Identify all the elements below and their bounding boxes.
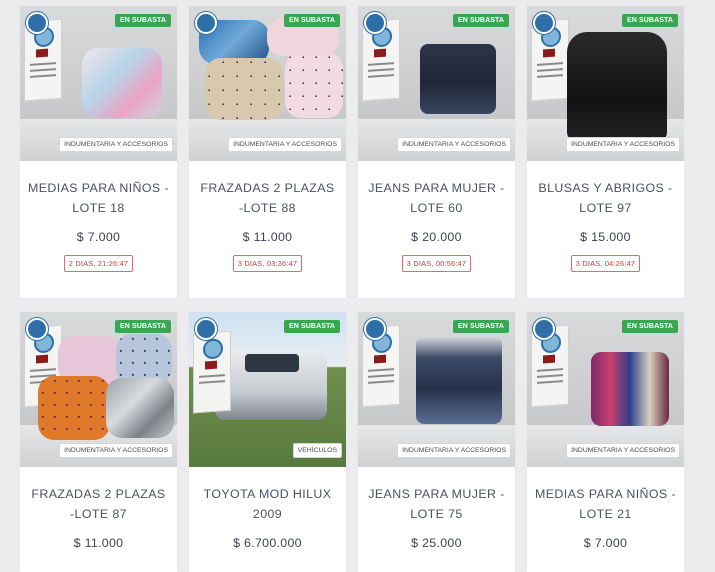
status-badge: EN SUBASTA (453, 14, 509, 27)
lot-price: $ 15.000 (580, 230, 631, 244)
socks-bag-image (591, 352, 669, 426)
countdown-timer: 3 DIAS, 03:36:47 (232, 255, 303, 272)
status-badge: EN SUBASTA (622, 320, 678, 333)
blanket-blue-animal-image (116, 334, 172, 384)
truck-window (245, 354, 299, 372)
status-badge: EN SUBASTA (453, 320, 509, 333)
lot-card[interactable]: EN SUBASTA INDUMENTARIA Y ACCESORIOS JEA… (358, 312, 515, 572)
lot-photo[interactable]: EN SUBASTA INDUMENTARIA Y ACCESORIOS (358, 6, 515, 161)
lot-card[interactable]: EN SUBASTA INDUMENTARIA Y ACCESORIOS FRA… (189, 6, 346, 298)
lot-price: $ 11.000 (73, 536, 124, 550)
lot-photo[interactable]: EN SUBASTA INDUMENTARIA Y ACCESORIOS (527, 312, 684, 467)
auction-logo-icon (195, 12, 217, 34)
lot-photo[interactable]: EN SUBASTA INDUMENTARIA Y ACCESORIOS (20, 312, 177, 467)
lot-title[interactable]: TOYOTA MOD HILUX 2009 (197, 484, 338, 524)
lot-title[interactable]: FRAZADAS 2 PLAZAS -LOTE 87 (28, 484, 169, 524)
blanket-red-animal-image (285, 52, 343, 118)
lot-price: $ 20.000 (411, 230, 462, 244)
auction-logo-icon (364, 318, 386, 340)
category-label: INDUMENTARIA Y ACCESORIOS (397, 137, 511, 152)
socks-bag-image (82, 48, 162, 118)
lot-price: $ 25.000 (411, 536, 462, 550)
auction-logo-icon (26, 12, 48, 34)
lot-card[interactable]: EN SUBASTA INDUMENTARIA Y ACCESORIOS FRA… (20, 312, 177, 572)
auction-logo-icon (195, 318, 217, 340)
blanket-leopard-image (205, 58, 283, 120)
auction-logo-icon (533, 12, 555, 34)
status-badge: EN SUBASTA (622, 14, 678, 27)
auction-logo-icon (26, 318, 48, 340)
category-label: INDUMENTARIA Y ACCESORIOS (566, 137, 680, 152)
lot-card[interactable]: EN SUBASTA INDUMENTARIA Y ACCESORIOS BLU… (527, 6, 684, 298)
lot-title[interactable]: BLUSAS Y ABRIGOS - LOTE 97 (535, 178, 676, 218)
category-label: INDUMENTARIA Y ACCESORIOS (59, 443, 173, 458)
blanket-orange-image (38, 376, 110, 440)
blanket-camo-image (106, 378, 174, 438)
category-label: INDUMENTARIA Y ACCESORIOS (59, 137, 173, 152)
judicial-plaque (193, 330, 231, 414)
lot-photo[interactable]: EN SUBASTA INDUMENTARIA Y ACCESORIOS (527, 6, 684, 161)
lot-card[interactable]: EN SUBASTA INDUMENTARIA Y ACCESORIOS JEA… (358, 6, 515, 298)
lot-title[interactable]: MEDIAS PARA NIÑOS -LOTE 18 (28, 178, 169, 218)
lot-photo[interactable]: EN SUBASTA INDUMENTARIA Y ACCESORIOS (20, 6, 177, 161)
lot-price: $ 7.000 (76, 230, 121, 244)
lot-price: $ 7.000 (583, 536, 628, 550)
lot-title[interactable]: JEANS PARA MUJER - LOTE 75 (366, 484, 507, 524)
coat-image (567, 32, 667, 142)
lot-photo[interactable]: EN SUBASTA INDUMENTARIA Y ACCESORIOS (189, 6, 346, 161)
category-label: INDUMENTARIA Y ACCESORIOS (566, 443, 680, 458)
auction-lot-grid: EN SUBASTA INDUMENTARIA Y ACCESORIOS MED… (0, 0, 715, 572)
lot-title[interactable]: JEANS PARA MUJER - LOTE 60 (366, 178, 507, 218)
lot-price: $ 11.000 (242, 230, 293, 244)
status-badge: EN SUBASTA (115, 14, 171, 27)
lot-card[interactable]: EN SUBASTA INDUMENTARIA Y ACCESORIOS MED… (20, 6, 177, 298)
auction-logo-icon (533, 318, 555, 340)
lot-photo[interactable]: EN SUBASTA INDUMENTARIA Y ACCESORIOS (358, 312, 515, 467)
category-label: INDUMENTARIA Y ACCESORIOS (228, 137, 342, 152)
jeans-bag-image (420, 44, 496, 114)
lot-title[interactable]: FRAZADAS 2 PLAZAS -LOTE 88 (197, 178, 338, 218)
countdown-timer: 3 DIAS, 04:26:47 (570, 255, 641, 272)
status-badge: EN SUBASTA (284, 14, 340, 27)
lot-price: $ 6.700.000 (233, 536, 302, 550)
category-label: INDUMENTARIA Y ACCESORIOS (397, 443, 511, 458)
status-badge: EN SUBASTA (115, 320, 171, 333)
status-badge: EN SUBASTA (284, 320, 340, 333)
countdown-timer: 3 DIAS, 00:56:47 (401, 255, 472, 272)
lot-card[interactable]: EN SUBASTA INDUMENTARIA Y ACCESORIOS MED… (527, 312, 684, 572)
lot-photo[interactable]: EN SUBASTA VEHÍCULOS (189, 312, 346, 467)
lot-card[interactable]: EN SUBASTA VEHÍCULOS TOYOTA MOD HILUX 20… (189, 312, 346, 572)
lot-title[interactable]: MEDIAS PARA NIÑOS -LOTE 21 (535, 484, 676, 524)
auction-logo-icon (364, 12, 386, 34)
countdown-timer: 2 DIAS, 21:26:47 (63, 255, 134, 272)
jeans-bag-image (416, 336, 502, 424)
category-label: VEHÍCULOS (292, 443, 342, 458)
